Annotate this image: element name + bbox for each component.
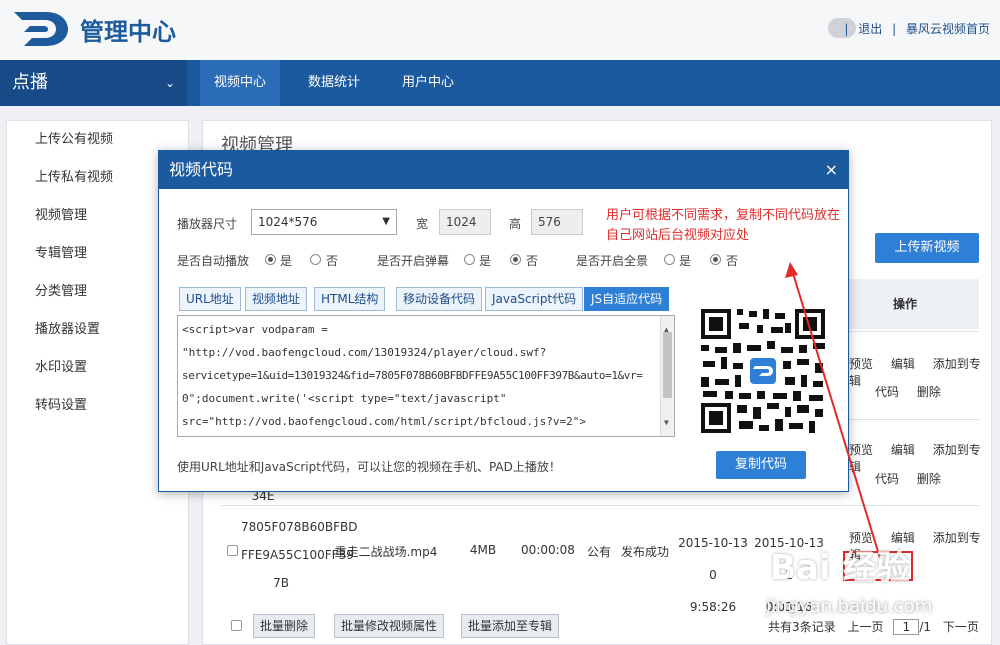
- next-page-link[interactable]: 下一页: [943, 620, 979, 634]
- dropdown-arrow-icon: ▼: [382, 216, 390, 227]
- player-size-select[interactable]: 1024*576 ▼: [251, 209, 397, 235]
- height-field[interactable]: 576: [531, 209, 583, 235]
- barrage-no-radio[interactable]: [510, 254, 521, 265]
- table-cell-status: 发布成功: [620, 545, 669, 559]
- fullscreen-label: 是否开启全景: [576, 254, 649, 268]
- code-line: src="http://vod.baofengcloud.com/html/sc…: [182, 415, 586, 428]
- code-link[interactable]: 代码: [875, 385, 899, 399]
- radio-label: 是: [679, 254, 692, 268]
- fullscreen-yes-radio[interactable]: [664, 254, 675, 265]
- code-textarea[interactable]: <script>var vodparam = "http://vod.baofe…: [177, 315, 675, 437]
- radio-label: 否: [726, 254, 739, 268]
- homepage-link[interactable]: 暴风云视频首页: [906, 22, 990, 36]
- row-ops: 代码 删除: [875, 470, 955, 487]
- code-line: <script>var vodparam =: [182, 323, 328, 336]
- page-total: /1: [919, 620, 931, 634]
- top-nav: 点播 ⌄ 视频中心 数据统计 用户中心: [0, 60, 1000, 106]
- table-cell-size: 4MB: [469, 543, 497, 557]
- divider: |: [844, 22, 849, 36]
- width-field[interactable]: 1024: [439, 209, 491, 235]
- upload-video-button[interactable]: 上传新视频: [875, 233, 979, 263]
- tab-javascript[interactable]: JavaScript代码: [485, 287, 584, 311]
- table-cell-id: 7805F078B60BFBD FFE9A55C100FF39 7B: [241, 520, 358, 590]
- divider: |: [892, 22, 897, 36]
- video-code-dialog: 视频代码 × 播放器尺寸 1024*576 ▼ 宽 1024 高 576 用户可…: [158, 150, 849, 492]
- barrage-label: 是否开启弹幕: [377, 254, 450, 268]
- nav-tab-stats[interactable]: 数据统计: [294, 60, 374, 106]
- dialog-title: 视频代码: [169, 160, 234, 179]
- product-dropdown-label: 点播: [12, 72, 48, 93]
- tab-mobile[interactable]: 移动设备代码: [396, 287, 483, 311]
- tab-html[interactable]: HTML结构: [314, 287, 386, 311]
- batch-delete-button[interactable]: 批量删除: [253, 614, 316, 638]
- prev-page-link[interactable]: 上一页: [847, 620, 883, 634]
- code-line: 0";document.write('<script type="text/ja…: [182, 392, 507, 405]
- qr-code-icon: [697, 305, 829, 437]
- table-cell-duration: 00:00:08: [521, 543, 575, 557]
- table-cell-visibility: 公有: [586, 545, 611, 559]
- annotation-note: 用户可根据不同需求，复制不同代码放在自己网站后台视频对应处: [606, 208, 841, 243]
- dialog-footer-text: 使用URL地址和JavaScript代码，可以让您的视频在手机、PAD上播放！: [177, 460, 561, 474]
- divider: [221, 505, 979, 506]
- batch-edit-button[interactable]: 批量修改视频属性: [334, 614, 445, 638]
- table-cell-name: 重走二战战场.mp4: [334, 545, 438, 559]
- edit-link[interactable]: 编辑: [891, 357, 915, 371]
- nav-tab-video-center[interactable]: 视频中心: [200, 60, 281, 106]
- code-line: servicetype=1&uid=13019324&fid=7805F078B…: [182, 369, 643, 382]
- scroll-thumb[interactable]: [663, 332, 672, 398]
- chevron-down-icon: ⌄: [164, 76, 175, 90]
- dialog-header: 视频代码 ×: [159, 151, 848, 189]
- edit-link[interactable]: 编辑: [891, 443, 915, 457]
- ops-column-header: 操作: [831, 279, 979, 329]
- autoplay-yes-radio[interactable]: [265, 254, 276, 265]
- radio-label: 否: [526, 254, 539, 268]
- page-header-title: 管理中心: [80, 18, 176, 46]
- autoplay-label: 是否自动播放: [177, 254, 250, 268]
- height-label: 高: [509, 217, 522, 231]
- preview-link[interactable]: 预览: [849, 443, 873, 457]
- radio-label: 是: [479, 254, 492, 268]
- barrage-yes-radio[interactable]: [464, 254, 475, 265]
- tab-video-url[interactable]: 视频地址: [245, 287, 308, 311]
- header: 管理中心 | 退出 | 暴风云视频首页: [0, 0, 1000, 60]
- code-link[interactable]: 代码: [875, 472, 899, 486]
- scroll-down-icon[interactable]: ▼: [664, 411, 669, 434]
- tab-js-responsive[interactable]: JS自适应代码: [584, 287, 670, 311]
- player-size-value: 1024*576: [258, 215, 318, 229]
- row-checkbox[interactable]: [227, 545, 238, 556]
- tab-url[interactable]: URL地址: [179, 287, 241, 311]
- width-label: 宽: [416, 217, 429, 231]
- select-all-checkbox[interactable]: [231, 620, 242, 631]
- baidu-watermark: Bai 经验: [770, 548, 911, 588]
- autoplay-no-radio[interactable]: [310, 254, 321, 265]
- page-input[interactable]: 1: [893, 619, 920, 635]
- record-count: 共有3条记录: [768, 620, 836, 634]
- preview-link[interactable]: 预览: [849, 357, 873, 371]
- batch-add-album-button[interactable]: 批量添加至专辑: [461, 614, 560, 638]
- close-icon[interactable]: ×: [825, 151, 838, 189]
- fullscreen-no-radio[interactable]: [710, 254, 721, 265]
- product-dropdown[interactable]: 点播 ⌄: [0, 60, 187, 106]
- player-size-label: 播放器尺寸: [177, 217, 238, 231]
- table-cell-created: 2015-10-13 0 9:58:26: [678, 536, 748, 614]
- radio-label: 否: [326, 254, 339, 268]
- watermark-url: jingyan.baidu.com: [766, 596, 933, 617]
- row-ops: 代码 删除: [875, 383, 955, 400]
- radio-label: 是: [280, 254, 293, 268]
- logout-link[interactable]: 退出: [858, 22, 882, 36]
- delete-link[interactable]: 删除: [917, 472, 941, 486]
- pagination: 共有3条记录 上一页 1/1 下一页: [768, 618, 979, 635]
- code-line: "http://vod.baofengcloud.com/13019324/pl…: [182, 346, 547, 359]
- nav-tab-user-center[interactable]: 用户中心: [388, 60, 468, 106]
- delete-link[interactable]: 删除: [917, 385, 941, 399]
- header-links: | 退出 | 暴风云视频首页: [838, 20, 990, 37]
- copy-code-button[interactable]: 复制代码: [716, 451, 806, 479]
- scrollbar[interactable]: ▲ ▼: [660, 316, 674, 436]
- logo-icon: [14, 12, 68, 46]
